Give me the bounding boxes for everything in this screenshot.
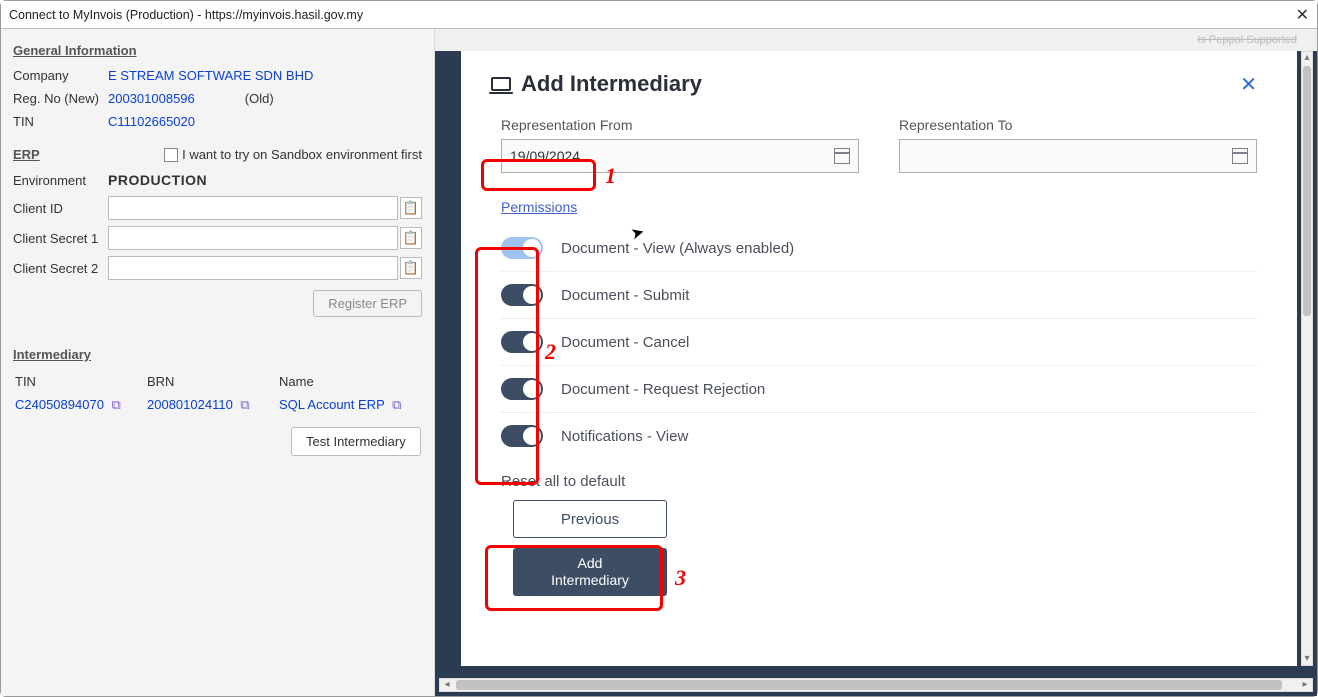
secret1-label: Client Secret 1 <box>13 231 108 246</box>
perm-label: Document - Cancel <box>561 334 689 351</box>
toggle-doc-view <box>501 237 543 259</box>
left-panel: General Information Company E STREAM SOF… <box>1 29 435 696</box>
annotation-number-2: 2 <box>545 339 556 365</box>
regno-old-label: (Old) <box>245 91 274 106</box>
intermediary-table-row: C24050894070 ⧉ 200801024110 ⧉ SQL Accoun… <box>15 397 420 413</box>
rep-from-value: 19/09/2024 <box>510 148 580 164</box>
vertical-scrollbar[interactable]: ▴ ▾ <box>1301 51 1313 666</box>
window-title: Connect to MyInvois (Production) - https… <box>9 8 363 22</box>
sandbox-checkbox[interactable] <box>164 148 178 162</box>
peppol-hint: Is Peppol Supported <box>1197 34 1297 46</box>
secret1-input[interactable] <box>108 226 398 250</box>
col-name: Name <box>279 374 420 395</box>
close-icon[interactable]: ✕ <box>1296 5 1309 25</box>
page-title-text: Add Intermediary <box>521 71 702 97</box>
perm-label: Document - Request Rejection <box>561 381 765 398</box>
sandbox-text: I want to try on Sandbox environment fir… <box>182 147 422 162</box>
col-brn: BRN <box>147 374 277 395</box>
col-tin: TIN <box>15 374 145 395</box>
title-bar: Connect to MyInvois (Production) - https… <box>1 1 1317 29</box>
rep-from-label: Representation From <box>501 117 859 133</box>
row-brn: 200801024110 <box>147 397 233 412</box>
right-panel: Is Peppol Supported Add Intermediary ✕ R… <box>435 29 1317 696</box>
rep-to-input[interactable] <box>899 139 1257 173</box>
calendar-icon[interactable] <box>834 148 850 164</box>
annotation-number-3: 3 <box>675 565 686 591</box>
previous-button[interactable]: Previous <box>513 500 667 538</box>
toggle-doc-submit[interactable] <box>501 284 543 306</box>
env-label: Environment <box>13 173 108 188</box>
intermediary-table-header: TIN BRN Name <box>15 374 420 395</box>
perm-row: Document - View (Always enabled) <box>501 225 1257 272</box>
clipboard-icon[interactable]: 📋 <box>400 257 422 279</box>
annotation-number-1: 1 <box>605 163 616 189</box>
erp-heading: ERP <box>13 147 40 162</box>
top-strip: Is Peppol Supported <box>435 29 1317 51</box>
perm-label: Notifications - View <box>561 428 688 445</box>
toggle-doc-cancel[interactable] <box>501 331 543 353</box>
secret2-input[interactable] <box>108 256 398 280</box>
intermediary-heading: Intermediary <box>13 347 422 362</box>
calendar-icon[interactable] <box>1232 148 1248 164</box>
clientid-input[interactable] <box>108 196 398 220</box>
env-value: PRODUCTION <box>108 172 207 188</box>
clipboard-icon[interactable]: 📋 <box>400 197 422 219</box>
copy-icon[interactable]: ⧉ <box>236 397 253 412</box>
general-heading: General Information <box>13 43 422 58</box>
perm-row: Document - Request Rejection <box>501 366 1257 413</box>
page-title: Add Intermediary <box>491 71 702 97</box>
rep-from-input[interactable]: 19/09/2024 <box>501 139 859 173</box>
perm-row: Document - Cancel <box>501 319 1257 366</box>
copy-icon[interactable]: ⧉ <box>388 397 405 412</box>
laptop-icon <box>491 77 511 91</box>
test-intermediary-button[interactable]: Test Intermediary <box>291 427 421 456</box>
secret2-label: Client Secret 2 <box>13 261 108 276</box>
add-intermediary-button[interactable]: Add Intermediary <box>513 548 667 596</box>
tin-label: TIN <box>13 114 108 129</box>
row-tin: C24050894070 <box>15 397 104 412</box>
clipboard-icon[interactable]: 📋 <box>400 227 422 249</box>
company-value: E STREAM SOFTWARE SDN BHD <box>108 68 313 83</box>
row-name: SQL Account ERP <box>279 397 385 412</box>
rep-to-label: Representation To <box>899 117 1257 133</box>
register-erp-button[interactable]: Register ERP <box>313 290 422 317</box>
horizontal-scrollbar[interactable]: ◂ ▸ <box>439 678 1313 692</box>
close-icon[interactable]: ✕ <box>1240 72 1257 97</box>
sandbox-checkbox-label[interactable]: I want to try on Sandbox environment fir… <box>164 147 422 162</box>
tin-value: C11102665020 <box>108 114 195 129</box>
perm-label: Document - View (Always enabled) <box>561 240 794 257</box>
toggle-notif-view[interactable] <box>501 425 543 447</box>
regno-value: 200301008596 <box>108 91 195 106</box>
regno-label: Reg. No (New) <box>13 91 108 106</box>
permissions-heading: Permissions <box>501 199 1257 215</box>
clientid-label: Client ID <box>13 201 108 216</box>
reset-link[interactable]: Reset all to default <box>501 473 1257 490</box>
perm-label: Document - Submit <box>561 287 689 304</box>
company-label: Company <box>13 68 108 83</box>
perm-row: Notifications - View <box>501 413 1257 459</box>
web-panel: Add Intermediary ✕ Representation From 1… <box>461 51 1297 666</box>
copy-icon[interactable]: ⧉ <box>108 397 125 412</box>
toggle-doc-reject[interactable] <box>501 378 543 400</box>
perm-row: Document - Submit <box>501 272 1257 319</box>
